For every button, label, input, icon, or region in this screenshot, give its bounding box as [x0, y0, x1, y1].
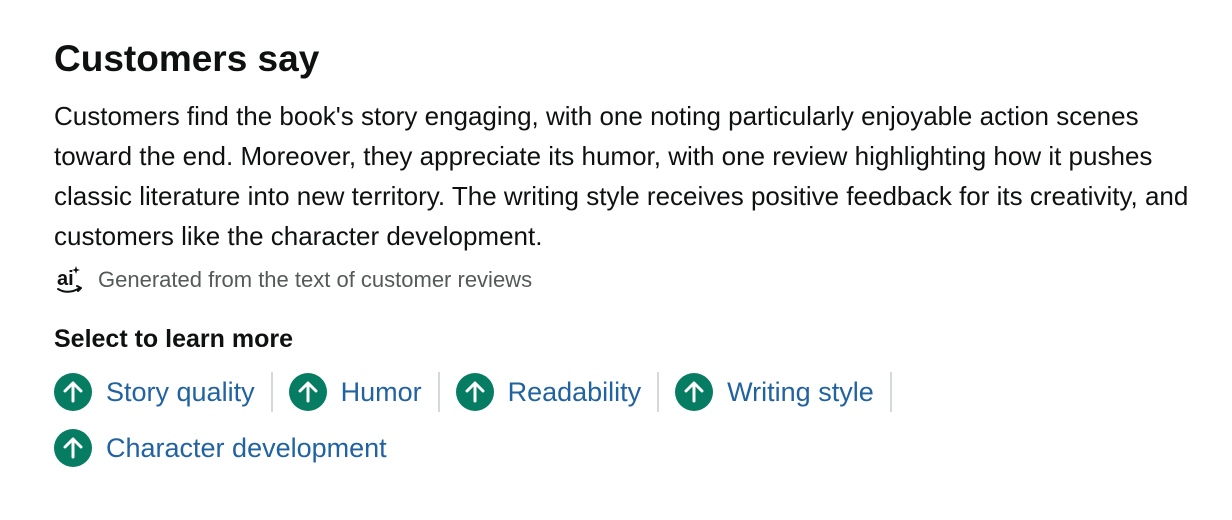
arrow-up-icon — [54, 373, 92, 411]
aspect-label: Story quality — [106, 376, 255, 407]
arrow-up-icon — [675, 373, 714, 411]
aspect-list: Story quality Humor Readability Writing … — [54, 372, 1054, 468]
arrow-up-icon — [288, 373, 327, 411]
aspect-label: Humor — [340, 376, 422, 407]
ai-generated-note: ai Generated from the text of customer r… — [54, 262, 1178, 298]
arrow-up-icon — [54, 429, 92, 467]
aspect-label: Readability — [507, 376, 642, 407]
review-summary: Customers find the book's story engaging… — [54, 101, 1189, 251]
customers-say-section: Customers say Customers find the book's … — [0, 0, 1232, 520]
svg-text:ai: ai — [57, 268, 74, 290]
ai-sparkle-icon: ai — [54, 263, 88, 297]
aspect-story-quality[interactable]: Story quality — [54, 372, 273, 412]
ai-note-text: Generated from the text of customer revi… — [98, 267, 533, 292]
section-title: Customers say — [54, 38, 320, 79]
arrow-up-icon — [455, 373, 494, 411]
aspect-label: Character development — [106, 432, 387, 463]
aspect-label: Writing style — [727, 376, 874, 407]
aspect-character-development[interactable]: Character development — [54, 428, 403, 468]
aspect-readability[interactable]: Readability — [455, 372, 660, 412]
aspect-writing-style[interactable]: Writing style — [675, 372, 892, 412]
aspect-humor[interactable]: Humor — [288, 372, 440, 412]
learn-more-heading: Select to learn more — [54, 325, 293, 353]
